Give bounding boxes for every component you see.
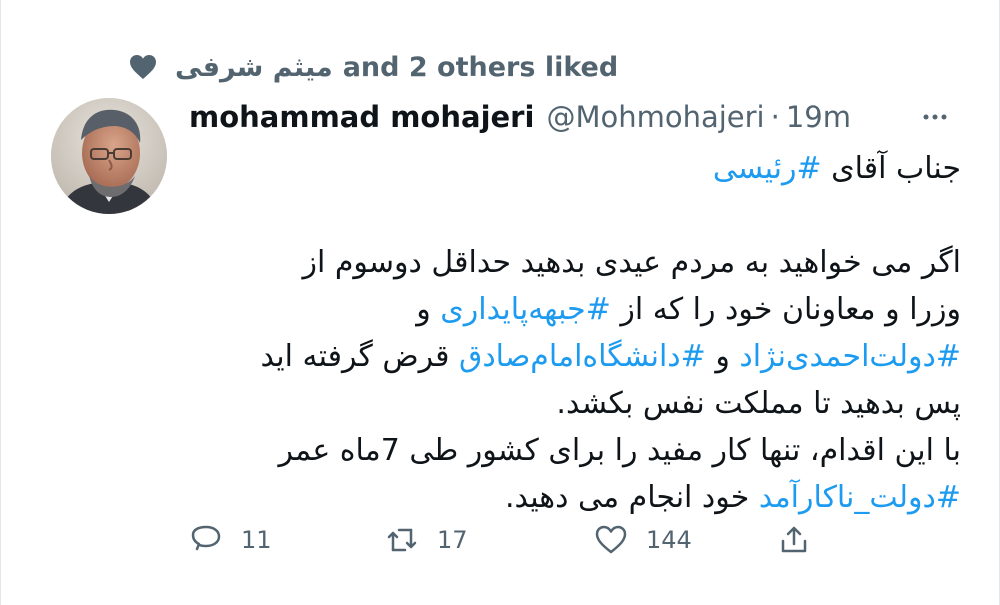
reply-button[interactable]: 11 xyxy=(189,520,272,560)
social-context-text: میثم شرفی and 2 others liked xyxy=(175,52,618,83)
liker-name[interactable]: میثم شرفی xyxy=(175,52,333,83)
tweet-text-segment: و xyxy=(705,339,740,374)
tweet-text-segment: خود انجام می دهید. xyxy=(504,480,759,515)
share-icon xyxy=(781,526,807,553)
hashtag-link[interactable]: #رئیسی xyxy=(713,151,822,186)
more-icon[interactable] xyxy=(919,101,951,133)
tweet-line-1: جناب آقای #رئیسی xyxy=(189,145,961,192)
tweet-line-7: #دولت_ناکارآمد خود انجام می دهید. xyxy=(189,474,961,521)
author-handle[interactable]: @Mohmohajeri xyxy=(546,100,764,134)
share-button[interactable] xyxy=(777,520,811,560)
tweet-line-4: #دولت‌احمدی‌نژاد و #دانشگاه‌امام‌صادق قر… xyxy=(189,333,961,380)
reply-count: 11 xyxy=(241,526,272,554)
hashtag-link[interactable]: #دولت_ناکارآمد xyxy=(759,480,961,515)
tweet-line-3: وزرا و معاونان خود را که از #جبهه‌پایدار… xyxy=(189,286,961,333)
tweet-actions: 11 17 144 xyxy=(189,520,849,560)
social-context[interactable]: میثم شرفی and 2 others liked xyxy=(129,45,618,89)
author-name[interactable]: mohammad mohajeri xyxy=(189,100,534,134)
tweet-header: mohammad mohajeri @Mohmohajeri · 19m xyxy=(189,94,949,140)
tweet-line-6: با این اقدام، تنها کار مفید را برای کشور… xyxy=(278,433,961,468)
heart-icon xyxy=(130,55,156,79)
tweet-line-2: اگر می خواهید به مردم عیدی بدهید حداقل د… xyxy=(302,245,961,280)
tweet-line-5: پس بدهید تا مملکت نفس بکشد. xyxy=(556,386,961,421)
tweet-card[interactable]: میثم شرفی and 2 others liked mohammad mo… xyxy=(0,0,1000,605)
hashtag-link[interactable]: #دانشگاه‌امام‌صادق xyxy=(459,339,706,374)
tweet-text-segment: جناب آقای xyxy=(821,151,961,186)
tweet-text-segment: قرض گرفته اید xyxy=(260,339,460,374)
like-button[interactable]: 144 xyxy=(594,520,692,560)
liked-summary: and 2 others liked xyxy=(342,51,619,83)
tweet-time[interactable]: 19m xyxy=(786,100,851,134)
hashtag-link[interactable]: #جبهه‌پایداری xyxy=(440,292,611,327)
tweet-text: جناب آقای #رئیسی اگر می خواهید به مردم ع… xyxy=(189,145,961,521)
retweet-icon xyxy=(387,528,417,552)
reply-icon xyxy=(191,525,221,551)
avatar-photo xyxy=(51,98,167,214)
tweet-text-segment: وزرا و معاونان خود را که از xyxy=(610,292,961,327)
like-heart-icon xyxy=(595,525,627,554)
retweet-button[interactable]: 17 xyxy=(385,520,468,560)
separator-dot: · xyxy=(770,100,780,134)
hashtag-link[interactable]: #دولت‌احمدی‌نژاد xyxy=(739,339,961,374)
like-count: 144 xyxy=(646,526,692,554)
retweet-count: 17 xyxy=(437,526,468,554)
avatar[interactable] xyxy=(51,98,167,214)
tweet-text-segment: و xyxy=(416,292,441,327)
